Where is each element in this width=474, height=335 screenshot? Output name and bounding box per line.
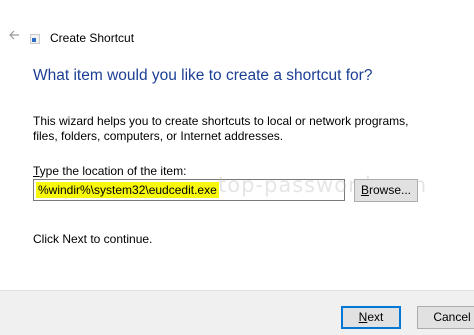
location-label-text: ype the location of the item: xyxy=(39,164,187,178)
window-title: Create Shortcut xyxy=(50,31,135,45)
location-label: Type the location of the item: xyxy=(33,164,186,178)
continue-hint: Click Next to continue. xyxy=(33,232,153,246)
browse-accesskey: B xyxy=(360,183,369,197)
next-label: ext xyxy=(367,310,384,324)
back-arrow-icon[interactable] xyxy=(7,28,21,42)
location-label-accesskey: T xyxy=(33,164,40,178)
footer-bar xyxy=(0,290,474,335)
wizard-heading: What item would you like to create a sho… xyxy=(33,67,373,84)
location-input-value: %windir%\system32\eudcedit.exe xyxy=(36,182,219,198)
location-input[interactable]: %windir%\system32\eudcedit.exe xyxy=(33,179,345,201)
wizard-description: This wizard helps you to create shortcut… xyxy=(33,114,409,143)
next-button[interactable]: Next xyxy=(341,306,401,329)
shortcut-icon xyxy=(30,34,40,44)
browse-button[interactable]: Browse... xyxy=(354,179,418,202)
title-bar: Create Shortcut xyxy=(0,0,474,52)
cancel-button[interactable]: Cancel xyxy=(417,306,474,329)
browse-label: rowse... xyxy=(369,183,412,197)
